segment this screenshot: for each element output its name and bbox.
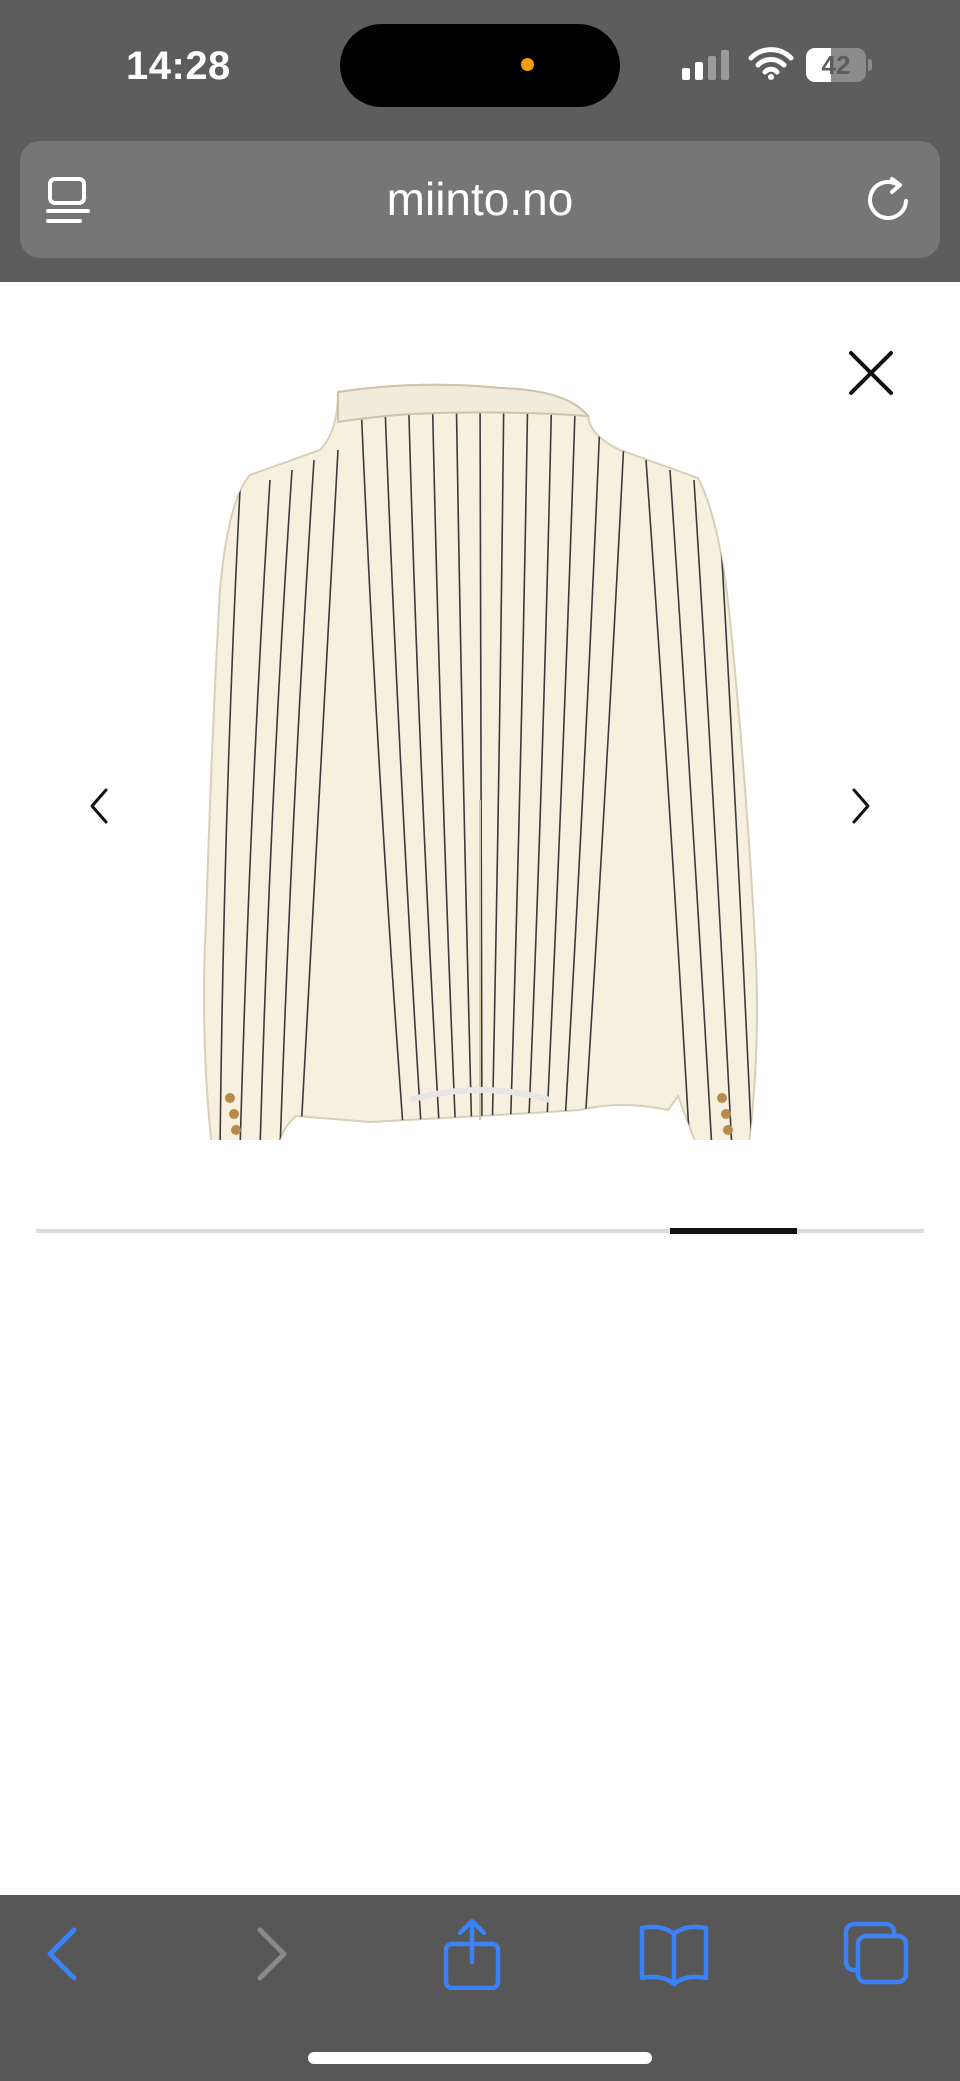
gallery-progress-indicator [670,1228,797,1234]
tabs-icon[interactable] [836,1918,916,1990]
url-text[interactable]: miinto.no [20,141,940,258]
privacy-indicator-dot [521,58,534,71]
home-indicator [308,2052,652,2064]
battery-level: 42 [821,50,851,80]
wifi-icon [748,47,794,80]
reload-icon[interactable] [864,175,912,225]
back-icon[interactable] [22,1918,102,1990]
battery-body: 42 [806,48,866,82]
address-bar[interactable]: miinto.no [20,141,940,258]
product-image [203,383,758,1140]
forward-icon[interactable] [232,1918,312,1990]
battery-icon: 42 [806,48,872,82]
dynamic-island [340,24,620,107]
chevron-left-icon[interactable] [84,786,114,826]
cellular-signal-icon [682,50,729,80]
chevron-right-icon[interactable] [846,786,876,826]
share-icon[interactable] [432,1918,512,1990]
close-icon[interactable] [848,350,894,396]
status-time: 14:28 [126,44,231,88]
battery-cap [868,59,872,71]
bookmarks-icon[interactable] [634,1918,714,1990]
